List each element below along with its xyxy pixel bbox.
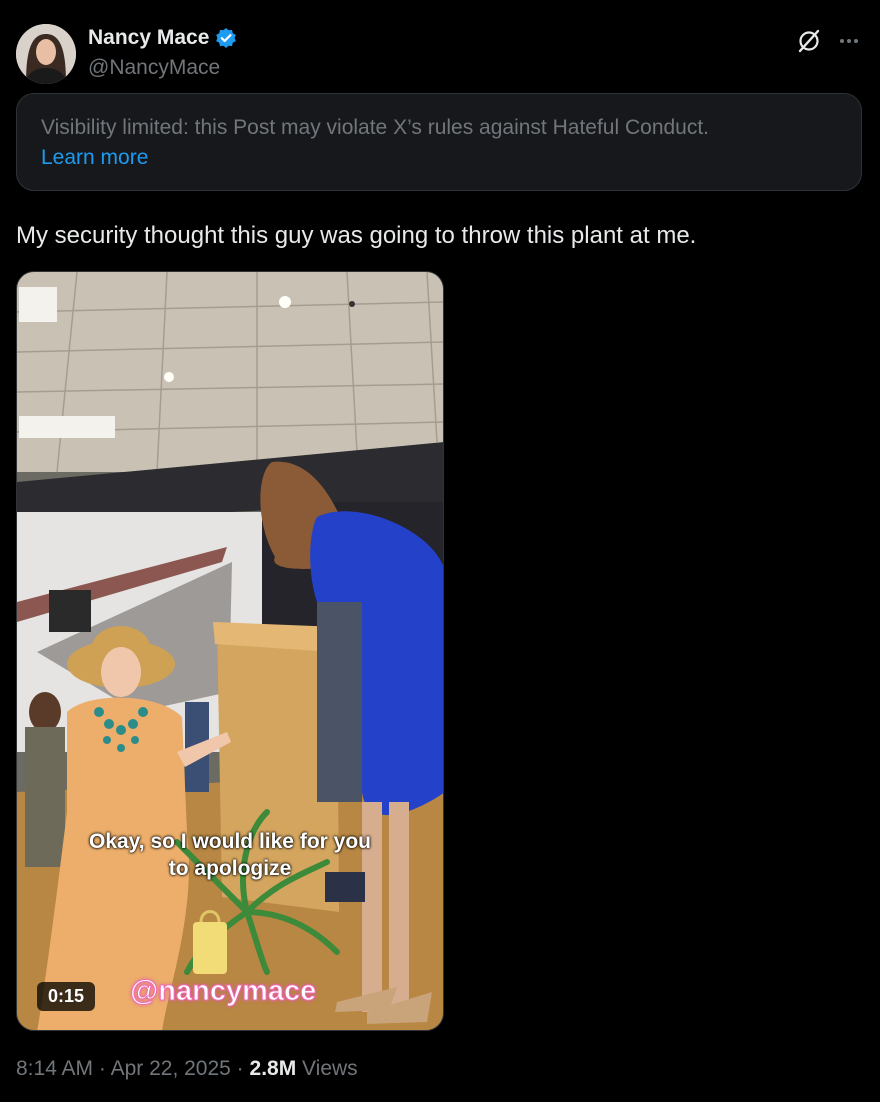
caption-line-1: Okay, so I would like for you [88, 830, 371, 853]
learn-more-link[interactable]: Learn more [41, 146, 148, 170]
grok-icon[interactable] [796, 28, 822, 54]
video-player[interactable]: Okay, so I would like for you to apologi… [16, 271, 444, 1031]
author-handle[interactable]: @NancyMace [88, 56, 220, 80]
author-display-name[interactable]: Nancy Mace [88, 26, 209, 50]
meta-separator: · [230, 1057, 250, 1080]
notice-text: Visibility limited: this Post may violat… [41, 116, 710, 139]
video-frame [17, 272, 443, 1030]
post-time[interactable]: 8:14 AM [16, 1057, 93, 1080]
avatar[interactable] [16, 24, 76, 84]
video-watermark: @nancymace [129, 975, 317, 1008]
views-label: Views [296, 1057, 358, 1080]
caption-line-2: to apologize [168, 857, 292, 880]
verified-badge-icon [216, 28, 237, 48]
post-text: My security thought this guy was going t… [16, 222, 697, 249]
more-icon[interactable] [836, 28, 862, 54]
post-metadata: 8:14 AM · Apr 22, 2025 · 2.8M Views [16, 1057, 358, 1081]
views-count[interactable]: 2.8M [250, 1057, 297, 1080]
video-caption: Okay, so I would like for you to apologi… [17, 828, 443, 882]
post-date[interactable]: Apr 22, 2025 [111, 1057, 231, 1080]
author-name[interactable]: Nancy Mace [88, 26, 237, 50]
video-duration-badge: 0:15 [37, 982, 96, 1011]
visibility-notice: Visibility limited: this Post may violat… [16, 93, 862, 191]
meta-separator: · [93, 1057, 111, 1080]
